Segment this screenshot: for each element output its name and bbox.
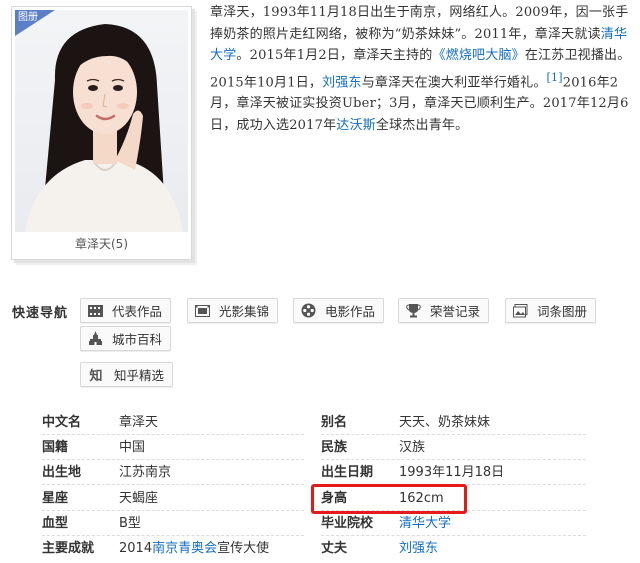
- quick-nav-label: 知乎精选: [114, 368, 165, 383]
- quick-nav-label: 城市百科: [112, 332, 163, 347]
- film-strip-icon: [87, 303, 103, 319]
- info-key: 血型: [42, 516, 69, 531]
- trophy-icon: [405, 303, 421, 319]
- album-caption[interactable]: 章泽天(5): [12, 235, 191, 252]
- info-key: 主要成就: [42, 541, 95, 556]
- info-key: 星座: [42, 491, 69, 506]
- info-row-nationality: 国籍 中国: [42, 437, 304, 460]
- quick-nav-honor-records[interactable]: 荣誉记录: [398, 298, 490, 323]
- zhihu-logo-icon: 知: [89, 369, 103, 384]
- link-burning-brain[interactable]: 《燃烧吧大脑》: [432, 48, 524, 63]
- info-value-link[interactable]: 刘强东: [399, 538, 438, 560]
- quick-nav-label: 荣誉记录: [430, 304, 481, 319]
- link-davos[interactable]: 达沃斯: [336, 118, 376, 133]
- info-value: 1993年11月18日: [399, 465, 505, 480]
- portrait-photo[interactable]: 图册: [15, 10, 188, 232]
- info-value-text: 宣传大使: [217, 541, 270, 556]
- info-value-link[interactable]: 南京青奥会: [152, 541, 217, 556]
- info-value: 天蝎座: [119, 491, 159, 506]
- quick-nav-representative-works[interactable]: 代表作品: [80, 298, 172, 323]
- quick-nav-city-encyclopedia[interactable]: 城市百科: [80, 326, 172, 351]
- info-key: 民族: [321, 440, 348, 455]
- film-reel-icon: [300, 303, 316, 319]
- info-value: 天天、奶茶妹妹: [399, 415, 491, 430]
- quick-nav-label: 词条图册: [537, 304, 588, 319]
- info-value: 中国: [119, 440, 146, 455]
- album-icon: [512, 303, 528, 319]
- quick-nav-movie-works[interactable]: 电影作品: [293, 298, 385, 323]
- summary-text: 。2015年1月2日，章泽天主持的: [236, 48, 433, 63]
- info-row-blood-type: 血型 B型: [42, 513, 304, 536]
- info-key: 毕业院校: [321, 516, 374, 531]
- info-row-achievement: 主要成就 2014南京青奥会宣传大使: [42, 538, 304, 560]
- info-value-link[interactable]: 清华大学: [399, 513, 451, 535]
- info-row-chinese-name: 中文名 章泽天: [42, 412, 304, 435]
- portrait-illustration: [25, 24, 183, 232]
- quick-nav-label: 代表作品: [112, 304, 163, 319]
- quick-nav-label: 光影集锦: [219, 304, 270, 319]
- quick-nav-label: 电影作品: [325, 304, 376, 319]
- info-key: 出生日期: [321, 465, 374, 480]
- info-value: 江苏南京: [119, 465, 172, 480]
- info-row-ethnicity: 民族 汉族: [321, 437, 586, 460]
- summary-paragraph: 章泽天，1993年11月18日出生于南京，网络红人。2009年，因一张手捧奶茶的…: [210, 2, 634, 136]
- city-building-icon: [87, 331, 103, 347]
- summary-text: 章泽天，1993年11月18日出生于南京，网络红人。2009年，因一张手捧奶茶的…: [210, 5, 629, 42]
- info-key: 丈夫: [321, 541, 348, 556]
- reference-link[interactable]: [1]: [547, 71, 563, 84]
- quick-nav-entry-album[interactable]: 词条图册: [505, 298, 597, 323]
- info-value: 章泽天: [119, 415, 159, 430]
- info-row-husband: 丈夫 刘强东: [321, 538, 586, 560]
- link-liu-qiangdong[interactable]: 刘强东: [322, 75, 362, 90]
- quick-nav-title: 快速导航: [12, 306, 69, 321]
- info-value-text: 2014: [119, 541, 153, 556]
- info-value: B型: [119, 516, 141, 531]
- info-value: 汉族: [399, 440, 426, 455]
- summary-text: 与章泽天在澳大利亚举行婚礼。: [361, 74, 547, 90]
- info-key: 国籍: [42, 440, 69, 455]
- height-highlight-box: [311, 484, 467, 514]
- info-row-zodiac: 星座 天蝎座: [42, 488, 304, 511]
- quick-nav-photo-gallery[interactable]: 光影集锦: [187, 298, 279, 323]
- photo-gallery-icon: [194, 303, 210, 319]
- info-row-birthplace: 出生地 江苏南京: [42, 462, 304, 485]
- info-key: 别名: [321, 415, 348, 430]
- quick-nav-zhihu-selection[interactable]: 知 知乎精选: [80, 362, 174, 387]
- info-key: 出生地: [42, 465, 82, 480]
- photo-album-card[interactable]: 图册 章泽天(5): [11, 6, 192, 260]
- info-row-birthdate: 出生日期 1993年11月18日: [321, 462, 586, 485]
- info-row-school: 毕业院校 清华大学: [321, 513, 586, 536]
- info-row-alias: 别名 天天、奶茶妹妹: [321, 412, 586, 435]
- summary-text: 全球杰出青年。: [375, 117, 469, 133]
- info-value: 2014南京青奥会宣传大使: [119, 538, 269, 560]
- info-key: 中文名: [42, 415, 82, 430]
